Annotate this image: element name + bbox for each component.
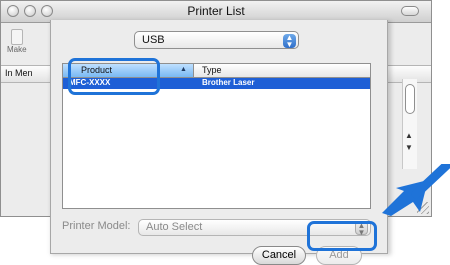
- scroll-up-arrow-icon[interactable]: ▲: [405, 131, 413, 140]
- callout-arrow-icon: [382, 164, 450, 216]
- connection-type-select[interactable]: USB ▲ ▼: [134, 31, 299, 49]
- scrollbar-thumb[interactable]: [405, 84, 415, 114]
- printer-model-value: Auto Select: [146, 221, 203, 233]
- add-button-highlight-outline: [307, 221, 377, 251]
- connection-type-value: USB: [142, 34, 165, 46]
- make-default-icon[interactable]: [11, 29, 23, 45]
- row-type-cell: Brother Laser: [202, 78, 255, 87]
- select-stepper-icon: ▲ ▼: [283, 34, 296, 49]
- printer-model-label: Printer Model:: [62, 220, 131, 232]
- product-highlight-outline: [68, 58, 160, 95]
- toolbar-make-default-label[interactable]: Make: [7, 45, 27, 54]
- sort-ascending-icon: ▲: [180, 66, 187, 73]
- column-header-type[interactable]: Type: [194, 64, 370, 78]
- add-printer-sheet: USB ▲ ▼ Product ▲ Type MFC-XXXX Brother L…: [50, 20, 388, 265]
- background-list-header-label: In Men: [5, 68, 33, 78]
- background-scrollbar[interactable]: ▲ ▼: [402, 79, 417, 169]
- scroll-down-arrow-icon[interactable]: ▼: [405, 143, 413, 152]
- window-title: Printer List: [187, 4, 245, 18]
- column-header-type-label: Type: [202, 65, 222, 75]
- toolbar-toggle-button[interactable]: [401, 6, 419, 16]
